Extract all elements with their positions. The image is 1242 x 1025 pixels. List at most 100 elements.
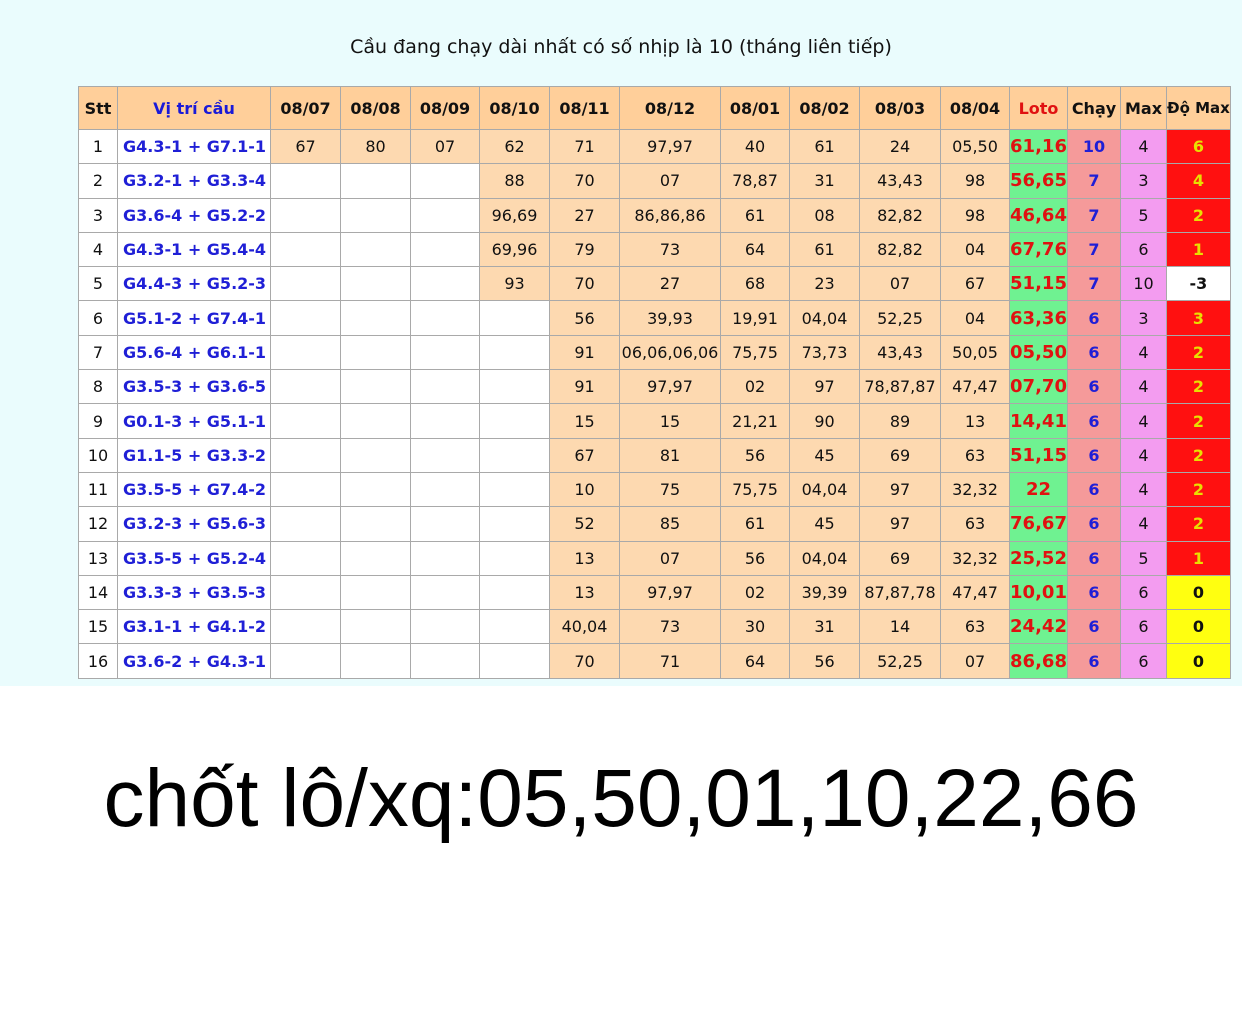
max-cell: 4: [1120, 403, 1167, 439]
value-cell: [410, 506, 480, 542]
table-row: 14 G3.3-3 + G3.5-3 13 97,97 02 39,39 87,87,78 4…: [78, 574, 1231, 611]
value-cell: [479, 369, 550, 405]
value-cell: [479, 300, 550, 336]
bridge-position-link[interactable]: G4.3-1 + G5.4-4: [117, 231, 271, 268]
header-date[interactable]: 08/12: [619, 86, 721, 130]
bridge-position-link[interactable]: G3.1-1 + G4.1-2: [117, 609, 271, 645]
header-loto[interactable]: Loto: [1009, 86, 1068, 130]
table-header-row: Stt Vị trí cầu 08/07 08/08 08/09 08/10 0…: [78, 86, 1231, 130]
header-date[interactable]: 08/10: [479, 86, 550, 130]
header-do-max[interactable]: Độ Max: [1166, 86, 1231, 130]
value-cell: 02: [720, 369, 790, 405]
value-cell: 63: [940, 506, 1010, 542]
value-cell: 24: [859, 128, 941, 165]
value-cell: [270, 609, 341, 645]
value-cell: 79: [549, 231, 620, 268]
value-cell: [410, 609, 480, 645]
table-row: 8 G3.5-3 + G3.6-5 91 97,97 02 97 78,87,87 47,47…: [78, 369, 1231, 405]
header-stt[interactable]: Stt: [78, 86, 118, 130]
do-max-cell: 6: [1166, 128, 1231, 165]
loto-cell: 76,67: [1009, 506, 1068, 542]
value-cell: 30: [720, 609, 790, 645]
value-cell: [479, 403, 550, 439]
header-max[interactable]: Max: [1120, 86, 1167, 130]
bridge-position-link[interactable]: G0.1-3 + G5.1-1: [117, 403, 271, 439]
row-index: 8: [78, 369, 118, 405]
chay-cell: 6: [1067, 403, 1121, 439]
value-cell: [410, 471, 480, 508]
value-cell: [340, 540, 411, 576]
value-cell: 39,39: [789, 574, 860, 611]
value-cell: 45: [789, 506, 860, 542]
bridge-position-link[interactable]: G4.3-1 + G7.1-1: [117, 128, 271, 165]
chay-cell: 6: [1067, 609, 1121, 645]
value-cell: 10: [549, 471, 620, 508]
table-row: 12 G3.2-3 + G5.6-3 52 85 61 45 97 63 76,67 6 4 2: [78, 506, 1231, 542]
bridge-position-link[interactable]: G5.6-4 + G6.1-1: [117, 334, 271, 371]
value-cell: [270, 540, 341, 576]
bridge-position-link[interactable]: G3.2-3 + G5.6-3: [117, 506, 271, 542]
value-cell: [340, 197, 411, 233]
header-date[interactable]: 08/09: [410, 86, 480, 130]
value-cell: 19,91: [720, 300, 790, 336]
value-cell: 07: [940, 643, 1010, 679]
bridge-position-link[interactable]: G3.6-2 + G4.3-1: [117, 643, 271, 679]
loto-cell: 63,36: [1009, 300, 1068, 336]
header-date[interactable]: 08/02: [789, 86, 860, 130]
value-cell: 13: [549, 574, 620, 611]
value-cell: 43,43: [859, 163, 941, 199]
max-cell: 5: [1120, 540, 1167, 576]
value-cell: 32,32: [940, 471, 1010, 508]
value-cell: 82,82: [859, 231, 941, 268]
bridge-position-link[interactable]: G1.1-5 + G3.3-2: [117, 437, 271, 473]
bridge-position-link[interactable]: G4.4-3 + G5.2-3: [117, 266, 271, 302]
value-cell: 91: [549, 369, 620, 405]
header-date[interactable]: 08/07: [270, 86, 341, 130]
bridge-position-link[interactable]: G3.2-1 + G3.3-4: [117, 163, 271, 199]
header-date[interactable]: 08/03: [859, 86, 941, 130]
bridge-position-link[interactable]: G5.1-2 + G7.4-1: [117, 300, 271, 336]
value-cell: [479, 437, 550, 473]
header-date[interactable]: 08/04: [940, 86, 1010, 130]
value-cell: [479, 471, 550, 508]
value-cell: 82,82: [859, 197, 941, 233]
value-cell: 80: [340, 128, 411, 165]
bridge-table: Stt Vị trí cầu 08/07 08/08 08/09 08/10 0…: [78, 86, 1231, 679]
value-cell: 14: [859, 609, 941, 645]
value-cell: [479, 506, 550, 542]
header-position[interactable]: Vị trí cầu: [117, 86, 271, 130]
bridge-position-link[interactable]: G3.5-5 + G5.2-4: [117, 540, 271, 576]
value-cell: 61: [789, 128, 860, 165]
value-cell: 40: [720, 128, 790, 165]
bridge-position-link[interactable]: G3.6-4 + G5.2-2: [117, 197, 271, 233]
chay-cell: 6: [1067, 369, 1121, 405]
header-date[interactable]: 08/01: [720, 86, 790, 130]
value-cell: 21,21: [720, 403, 790, 439]
do-max-cell: 1: [1166, 540, 1231, 576]
value-cell: [270, 643, 341, 679]
do-max-cell: 4: [1166, 163, 1231, 199]
value-cell: 56: [549, 300, 620, 336]
value-cell: 06,06,06,06: [619, 334, 721, 371]
value-cell: 61: [789, 231, 860, 268]
header-chay[interactable]: Chạy: [1067, 86, 1121, 130]
value-cell: 98: [940, 197, 1010, 233]
value-cell: 04,04: [789, 540, 860, 576]
value-cell: [479, 609, 550, 645]
value-cell: 97,97: [619, 369, 721, 405]
chay-cell: 10: [1067, 128, 1121, 165]
max-cell: 6: [1120, 574, 1167, 611]
header-date[interactable]: 08/08: [340, 86, 411, 130]
header-date[interactable]: 08/11: [549, 86, 620, 130]
value-cell: [410, 540, 480, 576]
table-row: 6 G5.1-2 + G7.4-1 56 39,93 19,91 04,04 52,25 04…: [78, 300, 1231, 336]
value-cell: 93: [479, 266, 550, 302]
loto-cell: 86,68: [1009, 643, 1068, 679]
max-cell: 5: [1120, 197, 1167, 233]
bridge-position-link[interactable]: G3.5-5 + G7.4-2: [117, 471, 271, 508]
bridge-position-link[interactable]: G3.5-3 + G3.6-5: [117, 369, 271, 405]
bridge-position-link[interactable]: G3.3-3 + G3.5-3: [117, 574, 271, 611]
chay-cell: 6: [1067, 334, 1121, 371]
value-cell: 69: [859, 540, 941, 576]
max-cell: 4: [1120, 128, 1167, 165]
